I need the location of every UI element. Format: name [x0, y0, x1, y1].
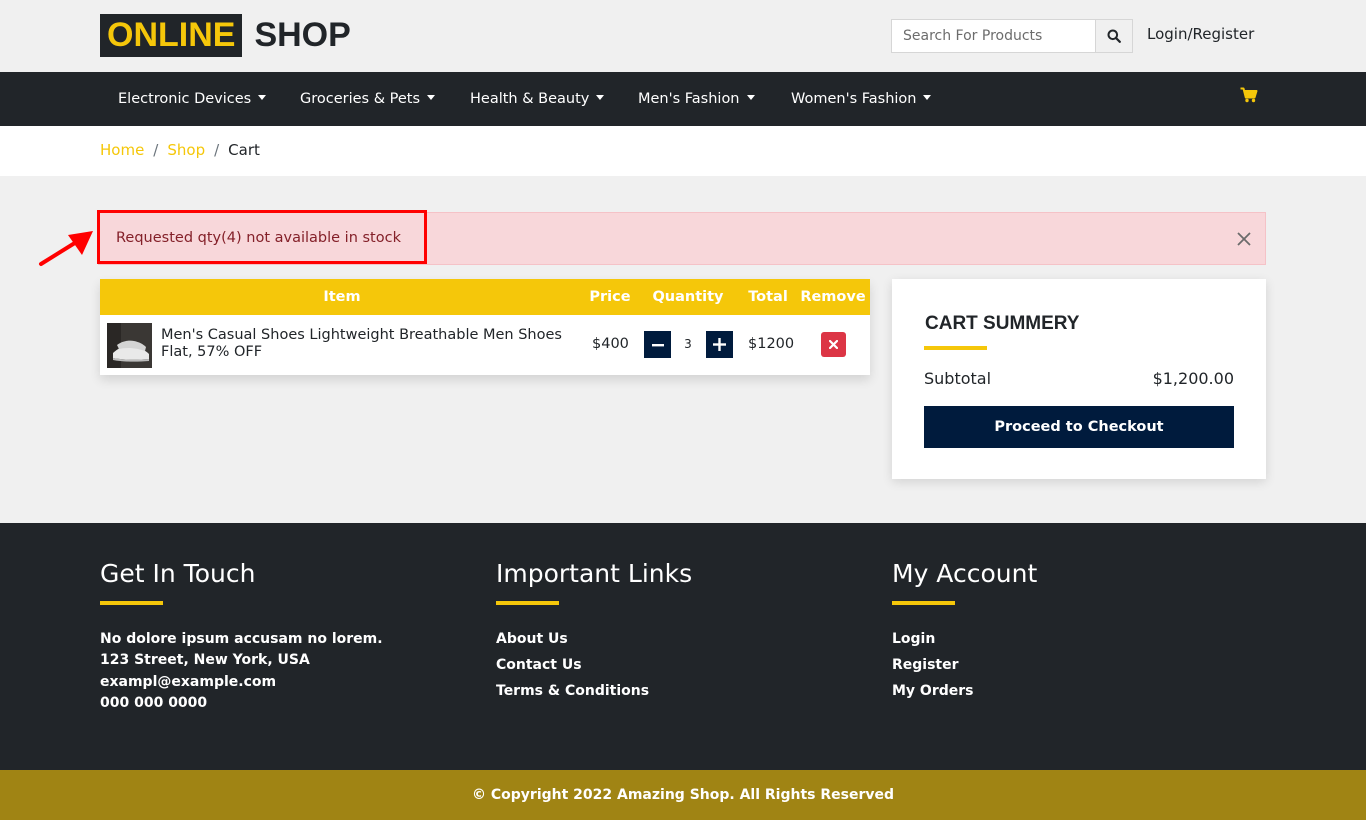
nav-health-beauty[interactable]: Health & Beauty — [470, 72, 605, 126]
nav-label: Groceries & Pets — [300, 91, 421, 107]
footer-link-my-orders[interactable]: My Orders — [892, 678, 1037, 704]
logo-secondary: SHOP — [254, 16, 351, 54]
summary-title-underline — [924, 346, 987, 350]
caret-down-icon — [427, 94, 436, 100]
caret-down-icon — [746, 94, 755, 100]
footer-link-register[interactable]: Register — [892, 652, 1037, 678]
breadcrumb-separator: / — [153, 141, 159, 159]
plus-icon — [713, 338, 726, 351]
nav-label: Electronic Devices — [118, 91, 252, 107]
close-icon[interactable] — [1235, 230, 1253, 248]
product-total: $1200 — [748, 336, 795, 352]
footer-link-contact-us[interactable]: Contact Us — [496, 652, 692, 678]
subtotal-value: $1,200.00 — [1152, 369, 1234, 388]
footer: Get In Touch No dolore ipsum accusam no … — [0, 523, 1366, 770]
copyright-bar: © Copyright 2022 Amazing Shop. All Right… — [0, 770, 1366, 820]
main-nav: Electronic Devices Groceries & Pets Heal… — [0, 72, 1366, 126]
footer-heading-underline — [100, 601, 163, 605]
footer-get-in-touch: Get In Touch No dolore ipsum accusam no … — [100, 559, 383, 714]
annotation-highlight-box — [97, 210, 427, 264]
header-item: Item — [323, 289, 361, 305]
cart-table-header: Item Price Quantity Total Remove — [100, 279, 870, 315]
breadcrumb: Home / Shop / Cart — [100, 141, 260, 159]
annotation-arrow-icon — [39, 231, 93, 266]
top-header: ONLINE SHOP Login/Register — [0, 0, 1366, 72]
breadcrumb-bar: Home / Shop / Cart — [0, 126, 1366, 176]
subtotal-label: Subtotal — [924, 369, 992, 388]
caret-down-icon — [258, 94, 267, 100]
footer-heading: My Account — [892, 559, 1038, 588]
quantity-increase-button[interactable] — [706, 331, 733, 358]
breadcrumb-shop[interactable]: Shop — [167, 141, 205, 159]
minus-icon — [651, 343, 664, 346]
caret-down-icon — [923, 94, 932, 100]
footer-address: 123 Street, New York, USA — [100, 652, 310, 669]
product-name[interactable]: Men's Casual Shoes Lightweight Breathabl… — [161, 327, 581, 361]
footer-heading-underline — [496, 601, 559, 605]
search-input[interactable] — [891, 19, 1095, 53]
summary-title: CART SUMMERY — [925, 313, 1080, 334]
quantity-value[interactable]: 3 — [680, 331, 696, 358]
cart-table: Item Price Quantity Total Remove Men's C… — [100, 279, 870, 375]
site-logo[interactable]: ONLINE SHOP — [100, 14, 351, 57]
header-remove: Remove — [800, 289, 866, 305]
header-price: Price — [589, 289, 631, 305]
product-thumbnail[interactable] — [107, 323, 152, 368]
nav-mens-fashion[interactable]: Men's Fashion — [638, 72, 755, 126]
footer-heading: Important Links — [496, 559, 693, 588]
footer-heading: Get In Touch — [100, 559, 256, 588]
search-bar — [891, 19, 1133, 53]
nav-label: Women's Fashion — [791, 91, 917, 107]
footer-my-account: My Account Login Register My Orders — [892, 559, 1037, 704]
breadcrumb-home[interactable]: Home — [100, 141, 144, 159]
cart-summary: CART SUMMERY Subtotal $1,200.00 Proceed … — [892, 279, 1266, 479]
nav-groceries-pets[interactable]: Groceries & Pets — [300, 72, 436, 126]
footer-link-about-us[interactable]: About Us — [496, 626, 692, 652]
caret-down-icon — [596, 94, 605, 100]
nav-label: Health & Beauty — [470, 91, 590, 107]
close-icon — [829, 340, 838, 349]
product-price: $400 — [592, 336, 629, 352]
breadcrumb-current: Cart — [228, 141, 260, 159]
proceed-to-checkout-button[interactable]: Proceed to Checkout — [924, 406, 1234, 448]
login-register-link[interactable]: Login/Register — [1147, 25, 1254, 43]
quantity-decrease-button[interactable] — [644, 331, 671, 358]
footer-email: exampl@example.com — [100, 673, 277, 690]
search-button[interactable] — [1095, 19, 1133, 53]
footer-link-terms[interactable]: Terms & Conditions — [496, 678, 692, 704]
footer-tagline: No dolore ipsum accusam no lorem. — [100, 631, 383, 647]
logo-primary: ONLINE — [100, 14, 243, 57]
footer-important-links: Important Links About Us Contact Us Term… — [496, 559, 692, 704]
footer-phone: 000 000 0000 — [100, 694, 208, 711]
search-icon — [1107, 29, 1121, 43]
header-total: Total — [748, 289, 788, 305]
remove-item-button[interactable] — [821, 332, 846, 357]
table-row: Men's Casual Shoes Lightweight Breathabl… — [100, 315, 870, 375]
header-quantity: Quantity — [652, 289, 724, 305]
nav-label: Men's Fashion — [638, 91, 740, 107]
footer-heading-underline — [892, 601, 955, 605]
breadcrumb-separator: / — [214, 141, 220, 159]
shopping-cart-icon[interactable] — [1240, 87, 1258, 103]
nav-electronic-devices[interactable]: Electronic Devices — [118, 72, 267, 126]
nav-womens-fashion[interactable]: Women's Fashion — [791, 72, 932, 126]
footer-link-login[interactable]: Login — [892, 626, 1037, 652]
